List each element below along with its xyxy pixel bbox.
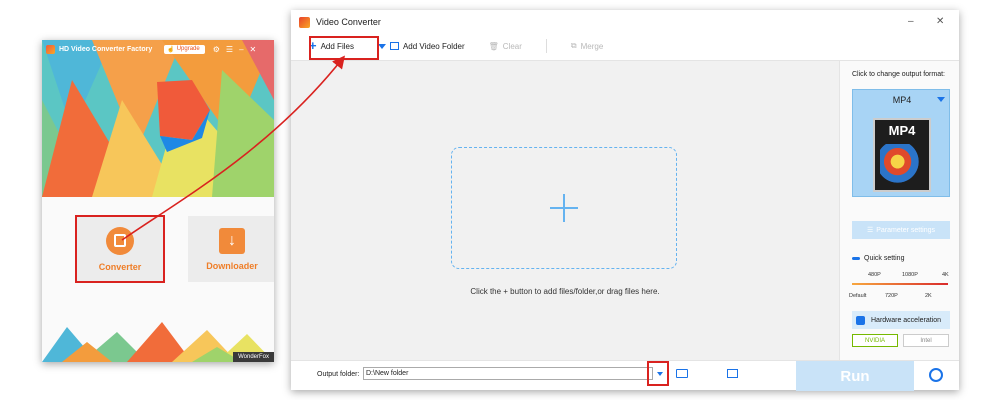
toolbar: + Add Files Add Video Folder 🗑 Clear ⧉ M… <box>291 34 959 58</box>
open-folder-icon[interactable] <box>676 369 688 378</box>
scale-label-2k: 2K <box>925 293 932 299</box>
add-files-highlight-box <box>309 36 379 60</box>
scale-label-1080p: 1080P <box>902 272 918 278</box>
scale-label-720p: 720P <box>885 293 898 299</box>
scale-label-4k: 4K <box>942 272 949 278</box>
quick-setting-label: Quick setting <box>864 255 905 262</box>
right-titlebar: Video Converter <box>291 10 959 34</box>
video-converter-window: Video Converter – ✕ + Add Files Add Vide… <box>291 10 959 391</box>
converter-highlight-box <box>75 215 165 283</box>
clear-button[interactable]: 🗑 Clear <box>489 42 522 51</box>
chip-icon <box>856 315 865 325</box>
close-icon[interactable]: ✕ <box>250 45 257 54</box>
merge-label: Merge <box>580 41 604 51</box>
minimize-icon[interactable]: – <box>239 45 243 54</box>
add-files-dropzone[interactable] <box>451 147 677 269</box>
upgrade-icon: ☝ <box>167 46 175 53</box>
drop-hint-text: Click the + button to add files/folder,o… <box>470 287 660 296</box>
upgrade-label: Upgrade <box>176 46 200 52</box>
output-format-selector[interactable]: MP4 MP4 <box>852 89 950 197</box>
gear-icon[interactable]: ⚙ <box>213 45 220 54</box>
downloader-label: Downloader <box>206 260 258 271</box>
output-folder-label: Output folder: <box>317 371 360 378</box>
hd-video-converter-factory-window: HD Video Converter Factory ☝ Upgrade ⚙ ☰… <box>42 40 274 362</box>
sliders-icon: ☰ <box>866 227 874 234</box>
menu-icon[interactable]: ☰ <box>226 45 233 54</box>
parameter-settings-label: Parameter settings <box>876 226 936 234</box>
app-logo <box>46 44 55 54</box>
banner-graphic <box>42 40 274 197</box>
quick-setting-icon <box>852 257 860 260</box>
window-title: Video Converter <box>316 17 381 27</box>
toolbar-divider <box>545 39 547 53</box>
mp4-format-icon: MP4 <box>873 118 931 192</box>
format-badge: MP4 <box>888 123 916 138</box>
nvidia-button[interactable]: NVIDIA <box>852 334 898 347</box>
dropdown-highlight-box <box>647 361 669 386</box>
downloader-tile[interactable]: ↓ Downloader <box>188 216 274 282</box>
video-converter-logo <box>299 16 310 28</box>
chevron-down-icon[interactable] <box>377 43 386 49</box>
download-icon: ↓ <box>219 227 245 254</box>
output-folder-field[interactable]: D:\New folder <box>363 367 653 380</box>
quality-slider[interactable] <box>852 283 948 285</box>
parameter-settings-button[interactable]: ☰ Parameter settings <box>852 221 950 239</box>
trash-icon: 🗑 <box>488 41 499 51</box>
hardware-acceleration-button[interactable]: Hardware acceleration <box>852 311 950 329</box>
plus-icon-v <box>563 194 565 222</box>
upgrade-button[interactable]: ☝ Upgrade <box>164 44 205 54</box>
scale-label-default: Default <box>849 293 867 299</box>
close-icon[interactable]: ✕ <box>936 16 944 27</box>
left-titlebar: HD Video Converter Factory ☝ Upgrade ⚙ ☰… <box>42 40 274 58</box>
add-video-folder-label: Add Video Folder <box>402 41 465 51</box>
minimize-icon[interactable]: – <box>908 16 914 27</box>
bottom-bar: Output folder: D:\New folder Run <box>291 360 959 391</box>
folder-icon <box>389 42 399 50</box>
left-titlebar-icons: ⚙ ☰ – ✕ <box>213 45 257 54</box>
chevron-down-icon[interactable] <box>937 97 945 102</box>
brand-label: WonderFox <box>233 352 274 362</box>
format-hint: Click to change output format: <box>852 71 945 78</box>
output-settings-panel: Click to change output format: MP4 MP4 ☰… <box>839 60 959 360</box>
quick-setting: Quick setting <box>852 255 904 262</box>
add-video-folder-button[interactable]: Add Video Folder <box>377 41 465 51</box>
preview-icon[interactable] <box>727 369 738 378</box>
run-button[interactable]: Run <box>796 361 914 391</box>
scale-label-480p: 480P <box>868 272 881 278</box>
hardware-acceleration-label: Hardware acceleration <box>871 316 942 324</box>
left-app-title: HD Video Converter Factory <box>59 45 153 53</box>
file-drop-area[interactable]: Click the + button to add files/folder,o… <box>291 60 839 360</box>
clear-label: Clear <box>502 41 522 51</box>
merge-button[interactable]: ⧉ Merge <box>571 41 603 51</box>
film-reel-icon <box>880 144 924 188</box>
intel-button[interactable]: Intel <box>903 334 949 347</box>
merge-icon: ⧉ <box>570 41 577 50</box>
alarm-clock-icon[interactable] <box>929 368 943 382</box>
